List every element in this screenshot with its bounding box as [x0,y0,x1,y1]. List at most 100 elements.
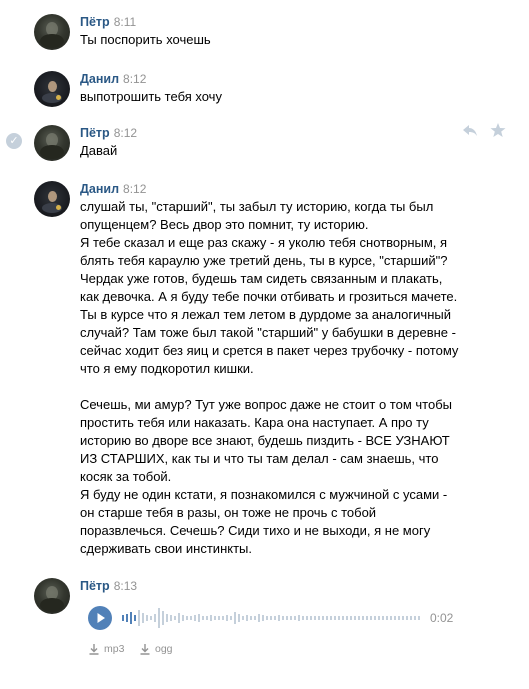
waveform-bar [166,614,168,622]
waveform-bar [230,616,232,620]
waveform-bar [250,616,252,620]
voice-message-player: 0:02 [88,606,468,634]
download-ogg-label: ogg [155,643,173,655]
audio-duration: 0:02 [430,611,454,625]
waveform-bar [298,615,300,621]
waveform-bar [374,616,376,620]
waveform-bar [342,616,344,620]
waveform-bar [186,616,188,620]
author-name[interactable]: Пётр [80,126,110,140]
audio-waveform[interactable] [122,606,422,630]
waveform-bar [258,614,260,622]
download-mp3-link[interactable]: mp3 [88,640,124,656]
waveform-bar [282,616,284,620]
waveform-bar [182,615,184,621]
waveform-bar [222,616,224,620]
waveform-bar [366,616,368,620]
waveform-bar [154,614,156,622]
waveform-bar [142,613,144,623]
author-name[interactable]: Данил [80,72,119,86]
download-arrow-icon [140,644,150,655]
download-arrow-icon [89,644,99,655]
message-text: выпотрошить тебя хочу [80,89,222,104]
waveform-bar [294,616,296,620]
waveform-bar [306,616,308,620]
waveform-bar [158,608,160,628]
message-text: Давай [80,143,118,158]
waveform-bar [378,616,380,620]
waveform-bar [314,616,316,620]
selected-check-icon[interactable]: ✓ [6,133,22,149]
waveform-bar [302,616,304,620]
waveform-bar [290,616,292,620]
waveform-bar [174,616,176,620]
waveform-bar [162,611,164,625]
avatar-petr[interactable] [34,578,70,614]
waveform-bar [418,616,420,620]
waveform-bar [346,616,348,620]
waveform-bar [130,612,132,624]
author-name[interactable]: Данил [80,182,119,196]
waveform-bar [390,616,392,620]
waveform-bar [310,616,312,620]
waveform-bar [286,616,288,620]
waveform-bar [354,616,356,620]
waveform-bar [138,610,140,626]
download-ogg-link[interactable]: ogg [139,640,173,656]
play-button[interactable] [88,606,112,630]
waveform-bar [194,615,196,621]
waveform-bar [198,614,200,622]
download-mp3-label: mp3 [104,643,125,655]
avatar-petr[interactable] [34,14,70,50]
waveform-bar [254,616,256,620]
message-time[interactable]: 8:12 [123,182,146,196]
message-text: слушай ты, "старший", ты забыл ту истори… [80,199,459,556]
waveform-bar [134,615,136,621]
waveform-bar [270,616,272,620]
author-name[interactable]: Пётр [80,15,110,29]
waveform-bar [382,616,384,620]
waveform-bar [122,615,124,621]
waveform-bar [370,616,372,620]
waveform-bar [386,616,388,620]
waveform-bar [170,615,172,621]
waveform-bar [246,615,248,621]
waveform-bar [322,616,324,620]
avatar-danil[interactable] [34,71,70,107]
star-icon[interactable] [490,122,506,138]
waveform-bar [266,616,268,620]
waveform-bar [210,615,212,621]
avatar-danil[interactable] [34,181,70,217]
waveform-bar [150,616,152,620]
waveform-bar [362,616,364,620]
waveform-bar [330,616,332,620]
avatar-petr[interactable] [34,125,70,161]
reply-icon[interactable] [462,122,478,138]
message-text: Ты поспорить хочешь [80,32,211,47]
waveform-bar [242,616,244,620]
message-time[interactable]: 8:12 [114,126,137,140]
message-time[interactable]: 8:11 [114,15,136,29]
waveform-bar [126,614,128,622]
waveform-bar [206,616,208,620]
waveform-bar [318,616,320,620]
waveform-bar [214,616,216,620]
waveform-bar [398,616,400,620]
play-icon [97,613,105,623]
waveform-bar [358,616,360,620]
waveform-bar [394,616,396,620]
waveform-bar [326,616,328,620]
waveform-bar [190,616,192,620]
message-time[interactable]: 8:12 [123,72,146,86]
waveform-bar [234,612,236,624]
author-name[interactable]: Пётр [80,579,110,593]
waveform-bar [410,616,412,620]
message-time[interactable]: 8:13 [114,579,137,593]
waveform-bar [402,616,404,620]
waveform-bar [178,613,180,623]
waveform-bar [274,616,276,620]
waveform-bar [278,615,280,621]
waveform-bar [226,615,228,621]
waveform-bar [202,616,204,620]
waveform-bar [218,616,220,620]
